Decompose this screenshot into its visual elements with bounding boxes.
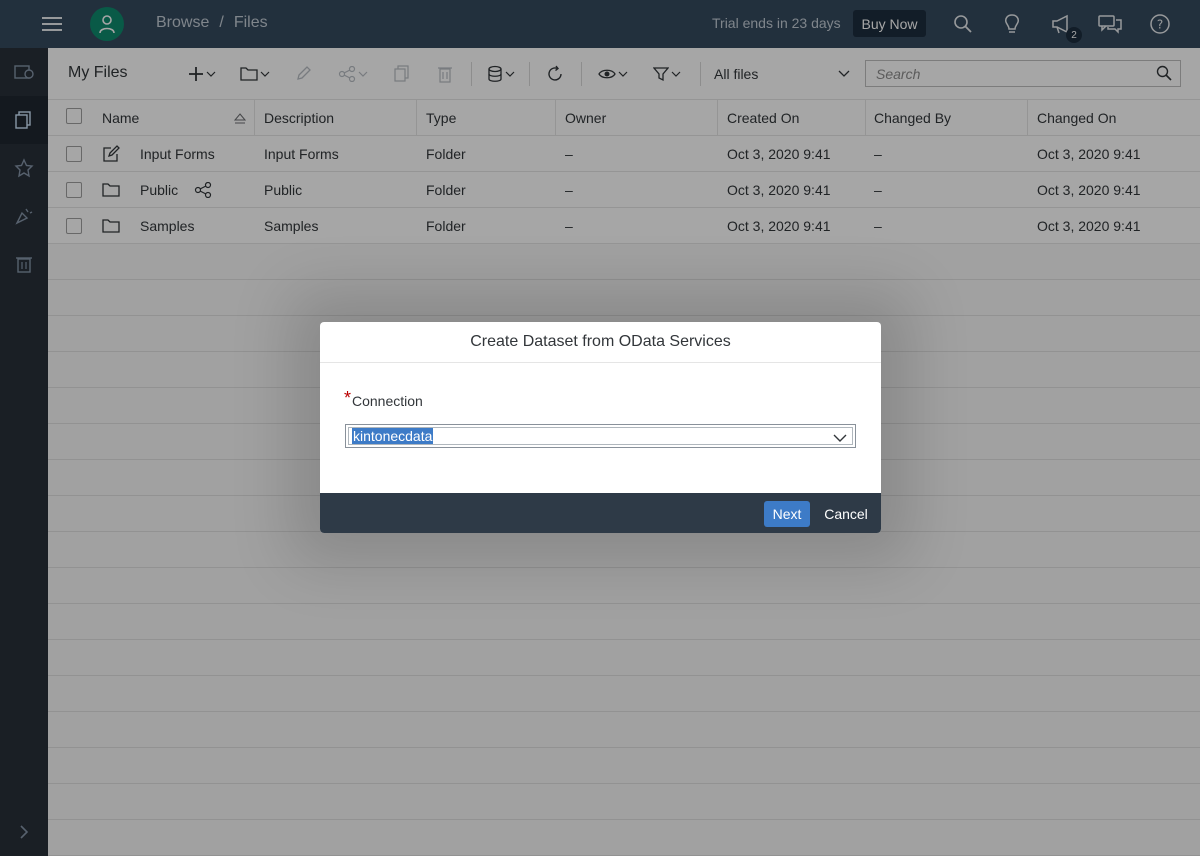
connection-label: Connection xyxy=(352,393,423,409)
dialog-footer: Next Cancel xyxy=(320,493,881,533)
dialog-title: Create Dataset from OData Services xyxy=(320,322,881,363)
connection-value[interactable]: kintonecdata xyxy=(352,428,434,444)
next-button[interactable]: Next xyxy=(764,501,810,527)
create-dataset-dialog: Create Dataset from OData Services * Con… xyxy=(320,322,881,533)
chevron-down-icon[interactable] xyxy=(833,430,847,446)
cancel-button[interactable]: Cancel xyxy=(820,501,872,527)
required-marker: * xyxy=(344,388,352,408)
connection-select[interactable]: kintonecdata xyxy=(345,424,856,448)
